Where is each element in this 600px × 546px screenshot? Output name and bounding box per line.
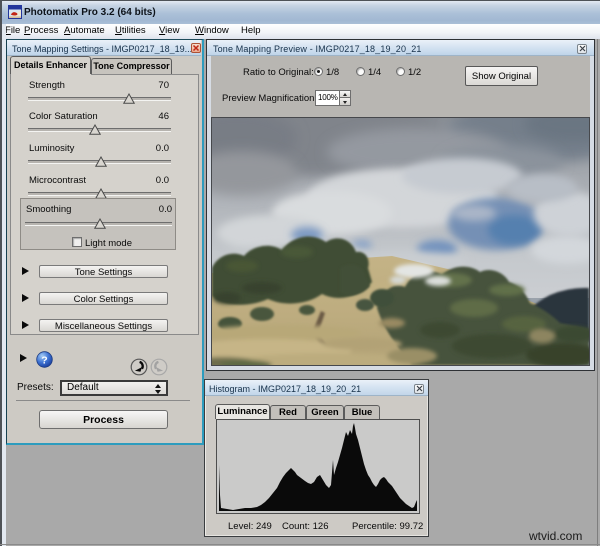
svg-text:?: ? xyxy=(41,355,47,367)
